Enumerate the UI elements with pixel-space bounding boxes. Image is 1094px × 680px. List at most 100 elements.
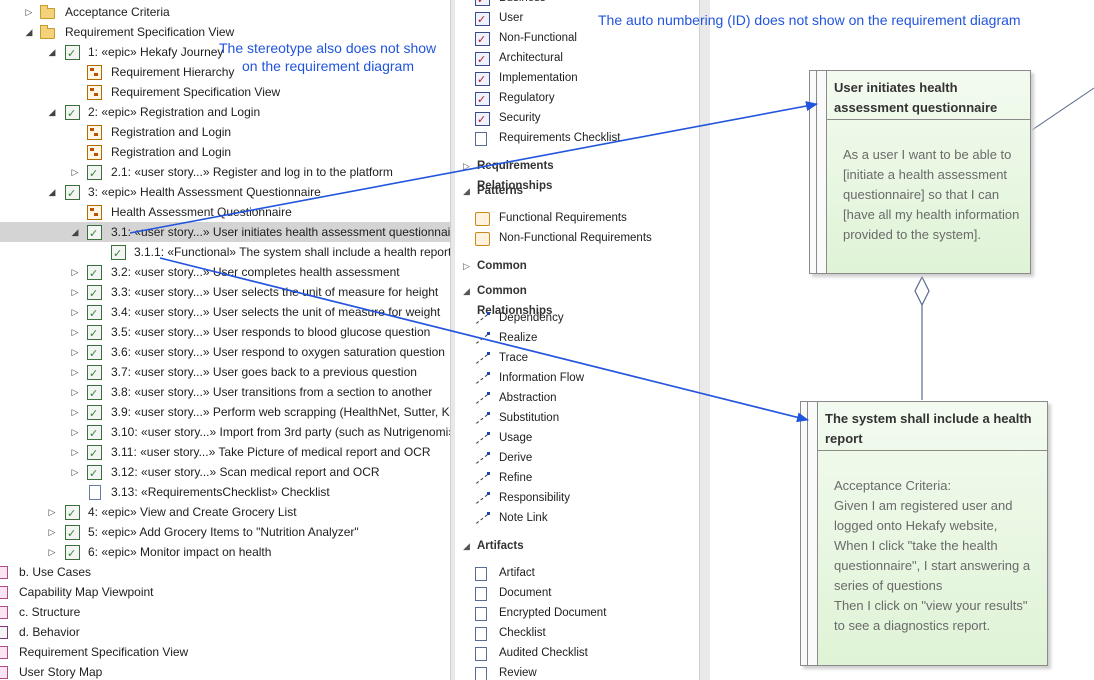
requirement-icon bbox=[475, 30, 490, 50]
tree-item[interactable]: Capability Map Viewpoint bbox=[0, 582, 450, 602]
relationship-icon bbox=[475, 352, 490, 364]
toolbox-item-label: Business bbox=[499, 0, 546, 8]
relationship-icon bbox=[475, 372, 490, 384]
element-title: The system shall include a health report bbox=[825, 411, 1032, 446]
tree-item[interactable]: b. Use Cases bbox=[0, 562, 450, 582]
tree-item[interactable]: ◢ 3.1: «user story...» User initiates hea… bbox=[0, 222, 450, 244]
expand-arrow-icon[interactable]: ▷ bbox=[70, 287, 80, 297]
tree-item[interactable]: ▷ Acceptance Criteria bbox=[0, 2, 450, 22]
expand-arrow-icon[interactable]: ▷ bbox=[47, 527, 57, 537]
requirement-diagram-canvas[interactable]: User initiates health assessment questio… bbox=[710, 0, 1094, 680]
diagram-icon bbox=[87, 85, 102, 100]
requirement-icon bbox=[87, 224, 102, 244]
toolbox-item-label: Document bbox=[499, 587, 552, 599]
requirement-icon bbox=[475, 70, 490, 90]
expand-arrow-icon[interactable]: ▷ bbox=[70, 427, 80, 437]
stereotype-annotation-line2: on the requirement diagram bbox=[242, 58, 414, 74]
tree-item[interactable]: ▷ 3.7: «user story...» User goes back to … bbox=[0, 362, 450, 384]
tree-item-label: 3.4: «user story...» User selects the un… bbox=[111, 305, 441, 319]
tree-item[interactable]: Requirement Specification View bbox=[0, 82, 450, 102]
requirement-element-functional[interactable]: The system shall include a health report… bbox=[800, 401, 1048, 666]
tree-item[interactable]: ▷ 3.9: «user story...» Perform web scrapp… bbox=[0, 402, 450, 424]
toolbox-item-label: Artifact bbox=[499, 567, 535, 579]
expand-arrow-icon[interactable]: ▷ bbox=[70, 167, 80, 177]
collapse-arrow-icon[interactable]: ◢ bbox=[47, 47, 57, 57]
expand-arrow-icon[interactable]: ▷ bbox=[70, 307, 80, 317]
tree-item[interactable]: ▷ 2.1: «user story...» Register and log i… bbox=[0, 162, 450, 184]
expand-arrow-icon[interactable]: ▷ bbox=[70, 447, 80, 457]
toolbox-item-label: Requirements Checklist bbox=[499, 132, 621, 144]
toolbox-item-label: Review bbox=[499, 667, 537, 679]
tree-item[interactable]: ▷ 3.8: «user story...» User transitions f… bbox=[0, 382, 450, 404]
expand-arrow-icon[interactable]: ▷ bbox=[70, 387, 80, 397]
tree-item[interactable]: Health Assessment Questionnaire bbox=[0, 202, 450, 222]
tree-item[interactable]: c. Structure bbox=[0, 602, 450, 622]
tree-item[interactable]: ▷ 3.2: «user story...» User completes hea… bbox=[0, 262, 450, 284]
pattern-icon bbox=[475, 212, 490, 226]
tree-item[interactable]: ▷ 3.6: «user story...» User respond to ox… bbox=[0, 342, 450, 364]
project-browser-tree: ▷ Acceptance Criteria ◢ Requirement Specifi… bbox=[0, 0, 450, 680]
tree-item-label: 3.5: «user story...» User responds to bl… bbox=[111, 325, 431, 339]
expand-arrow-icon[interactable]: ▷ bbox=[47, 507, 57, 517]
numbering-annotation: The auto numbering (ID) does not show on… bbox=[598, 12, 1021, 28]
tree-item-label: Requirement Hierarchy bbox=[111, 65, 235, 79]
tree-item[interactable]: Registration and Login bbox=[0, 122, 450, 142]
package-icon bbox=[0, 646, 8, 659]
expand-arrow-icon[interactable]: ▷ bbox=[70, 367, 80, 377]
toolbox-item-label: Architectural bbox=[499, 52, 563, 64]
tree-item[interactable]: ▷ 3.4: «user story...» User selects the u… bbox=[0, 302, 450, 324]
collapse-arrow-icon[interactable]: ◢ bbox=[70, 227, 80, 237]
expand-arrow-icon[interactable]: ▷ bbox=[70, 267, 80, 277]
tree-item[interactable]: ▷ 6: «epic» Monitor impact on health bbox=[0, 542, 450, 564]
tree-item[interactable]: ▷ 3.3: «user story...» User selects the u… bbox=[0, 282, 450, 304]
tree-item-label: 6: «epic» Monitor impact on health bbox=[88, 545, 272, 559]
tree-item[interactable]: ▷ 3.12: «user story...» Scan medical repo… bbox=[0, 462, 450, 484]
requirement-icon bbox=[65, 44, 80, 64]
expand-arrow-icon[interactable]: ▷ bbox=[70, 407, 80, 417]
tree-item[interactable]: 3.13: «RequirementsChecklist» Checklist bbox=[0, 482, 450, 502]
tree-item[interactable]: Requirement Specification View bbox=[0, 642, 450, 662]
tree-item[interactable]: ▷ 3.11: «user story...» Take Picture of m… bbox=[0, 442, 450, 464]
diagram-icon bbox=[87, 125, 102, 140]
requirement-icon bbox=[65, 184, 80, 204]
tree-item[interactable]: ◢ 2: «epic» Registration and Login bbox=[0, 102, 450, 124]
toolbox-item-label: Audited Checklist bbox=[499, 647, 588, 659]
tree-item[interactable]: ▷ 4: «epic» View and Create Grocery List bbox=[0, 502, 450, 524]
expand-arrow-icon[interactable]: ▷ bbox=[70, 327, 80, 337]
tree-item[interactable]: User Story Map bbox=[0, 662, 450, 680]
toolbox-item-label: Refine bbox=[499, 472, 533, 484]
tree-item-label: 3.8: «user story...» User transitions fr… bbox=[111, 385, 433, 399]
tree-item-label: 3.6: «user story...» User respond to oxy… bbox=[111, 345, 445, 359]
collapse-arrow-icon[interactable]: ◢ bbox=[47, 187, 57, 197]
tree-item[interactable]: ▷ 3.5: «user story...» User responds to b… bbox=[0, 322, 450, 344]
requirement-icon bbox=[87, 304, 102, 324]
tree-item[interactable]: ◢ 3: «epic» Health Assessment Questionnai… bbox=[0, 182, 450, 204]
requirement-element-user-story[interactable]: User initiates health assessment questio… bbox=[809, 70, 1031, 274]
collapse-arrow-icon[interactable]: ◢ bbox=[47, 107, 57, 117]
expand-arrow-icon[interactable]: ▷ bbox=[24, 7, 34, 17]
aggregation-diamond-icon bbox=[914, 275, 930, 307]
toolbox-item-label: User bbox=[499, 12, 524, 24]
tree-item-label: Requirement Specification View bbox=[19, 645, 189, 659]
requirement-icon bbox=[65, 544, 80, 564]
element-title: User initiates health assessment questio… bbox=[834, 80, 998, 115]
requirement-icon bbox=[475, 0, 490, 10]
tree-item-label: 5: «epic» Add Grocery Items to "Nutritio… bbox=[88, 525, 359, 539]
tree-item[interactable]: Registration and Login bbox=[0, 142, 450, 162]
collapse-arrow-icon[interactable]: ◢ bbox=[24, 27, 34, 37]
tree-item-label: 1: «epic» Hekafy Journey bbox=[88, 45, 224, 59]
tree-item[interactable]: 3.1.1: «Functional» The system shall inc… bbox=[0, 242, 450, 264]
expand-arrow-icon[interactable]: ▷ bbox=[70, 347, 80, 357]
requirement-icon bbox=[111, 244, 126, 264]
tree-item[interactable]: ▷ 3.10: «user story...» Import from 3rd p… bbox=[0, 422, 450, 444]
connector-offscreen[interactable] bbox=[1031, 87, 1094, 131]
requirement-icon bbox=[87, 464, 102, 484]
relationship-icon bbox=[475, 312, 490, 324]
diagram-icon bbox=[87, 145, 102, 160]
tree-item-label: 3: «epic» Health Assessment Questionnair… bbox=[88, 185, 321, 199]
expand-arrow-icon[interactable]: ▷ bbox=[47, 547, 57, 557]
artifact-icon bbox=[475, 667, 487, 680]
tree-item[interactable]: d. Behavior bbox=[0, 622, 450, 642]
tree-item[interactable]: ▷ 5: «epic» Add Grocery Items to "Nutriti… bbox=[0, 522, 450, 544]
expand-arrow-icon[interactable]: ▷ bbox=[70, 467, 80, 477]
